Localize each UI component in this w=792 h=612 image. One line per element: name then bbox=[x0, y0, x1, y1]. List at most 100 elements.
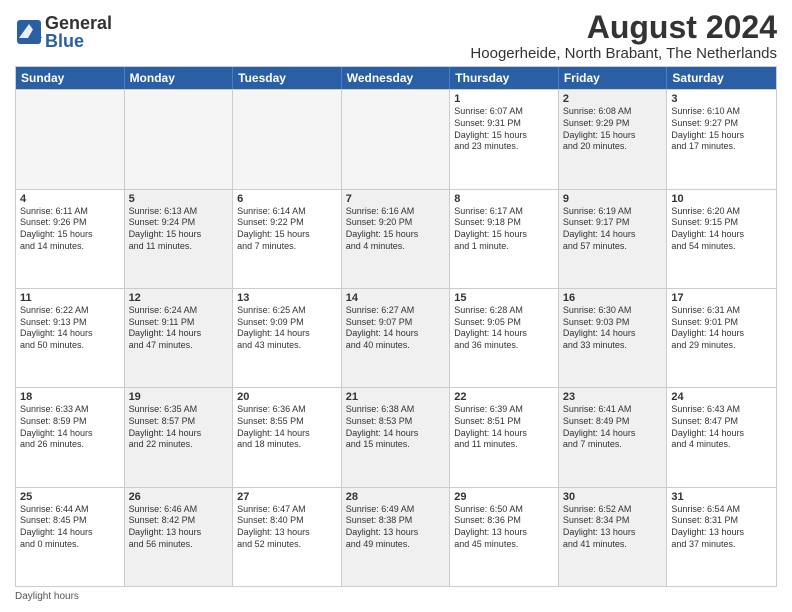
weekday-header-sunday: Sunday bbox=[16, 67, 125, 89]
calendar-cell: 6Sunrise: 6:14 AM Sunset: 9:22 PM Daylig… bbox=[233, 190, 342, 288]
day-info: Sunrise: 6:43 AM Sunset: 8:47 PM Dayligh… bbox=[671, 404, 772, 451]
day-info: Sunrise: 6:20 AM Sunset: 9:15 PM Dayligh… bbox=[671, 206, 772, 253]
logo-general-text: General bbox=[45, 14, 112, 32]
day-number: 13 bbox=[237, 292, 337, 304]
calendar-cell: 7Sunrise: 6:16 AM Sunset: 9:20 PM Daylig… bbox=[342, 190, 451, 288]
day-number: 31 bbox=[671, 491, 772, 503]
day-number: 29 bbox=[454, 491, 554, 503]
day-info: Sunrise: 6:25 AM Sunset: 9:09 PM Dayligh… bbox=[237, 305, 337, 352]
day-number: 2 bbox=[563, 93, 663, 105]
subtitle: Hoogerheide, North Brabant, The Netherla… bbox=[470, 45, 777, 62]
calendar-cell: 28Sunrise: 6:49 AM Sunset: 8:38 PM Dayli… bbox=[342, 488, 451, 586]
calendar-body: 1Sunrise: 6:07 AM Sunset: 9:31 PM Daylig… bbox=[16, 89, 776, 586]
footer-note: Daylight hours bbox=[15, 591, 777, 602]
calendar-cell: 11Sunrise: 6:22 AM Sunset: 9:13 PM Dayli… bbox=[16, 289, 125, 387]
calendar-cell: 13Sunrise: 6:25 AM Sunset: 9:09 PM Dayli… bbox=[233, 289, 342, 387]
title-section: August 2024 Hoogerheide, North Brabant, … bbox=[470, 10, 777, 62]
calendar-week-1: 1Sunrise: 6:07 AM Sunset: 9:31 PM Daylig… bbox=[16, 89, 776, 188]
day-info: Sunrise: 6:11 AM Sunset: 9:26 PM Dayligh… bbox=[20, 206, 120, 253]
page: General Blue August 2024 Hoogerheide, No… bbox=[0, 0, 792, 612]
logo-blue-text: Blue bbox=[45, 32, 112, 50]
logo: General Blue bbox=[15, 14, 112, 50]
main-title: August 2024 bbox=[470, 10, 777, 45]
day-number: 15 bbox=[454, 292, 554, 304]
calendar-cell: 29Sunrise: 6:50 AM Sunset: 8:36 PM Dayli… bbox=[450, 488, 559, 586]
day-number: 25 bbox=[20, 491, 120, 503]
day-info: Sunrise: 6:39 AM Sunset: 8:51 PM Dayligh… bbox=[454, 404, 554, 451]
calendar-cell bbox=[233, 90, 342, 188]
calendar-cell: 21Sunrise: 6:38 AM Sunset: 8:53 PM Dayli… bbox=[342, 388, 451, 486]
day-info: Sunrise: 6:44 AM Sunset: 8:45 PM Dayligh… bbox=[20, 504, 120, 551]
day-number: 23 bbox=[563, 391, 663, 403]
calendar-cell bbox=[125, 90, 234, 188]
day-info: Sunrise: 6:47 AM Sunset: 8:40 PM Dayligh… bbox=[237, 504, 337, 551]
calendar-cell: 4Sunrise: 6:11 AM Sunset: 9:26 PM Daylig… bbox=[16, 190, 125, 288]
day-number: 18 bbox=[20, 391, 120, 403]
calendar-cell: 25Sunrise: 6:44 AM Sunset: 8:45 PM Dayli… bbox=[16, 488, 125, 586]
calendar-cell: 14Sunrise: 6:27 AM Sunset: 9:07 PM Dayli… bbox=[342, 289, 451, 387]
calendar-week-3: 11Sunrise: 6:22 AM Sunset: 9:13 PM Dayli… bbox=[16, 288, 776, 387]
calendar-cell: 1Sunrise: 6:07 AM Sunset: 9:31 PM Daylig… bbox=[450, 90, 559, 188]
day-number: 20 bbox=[237, 391, 337, 403]
calendar-cell: 20Sunrise: 6:36 AM Sunset: 8:55 PM Dayli… bbox=[233, 388, 342, 486]
day-number: 11 bbox=[20, 292, 120, 304]
day-info: Sunrise: 6:28 AM Sunset: 9:05 PM Dayligh… bbox=[454, 305, 554, 352]
day-number: 28 bbox=[346, 491, 446, 503]
calendar-week-5: 25Sunrise: 6:44 AM Sunset: 8:45 PM Dayli… bbox=[16, 487, 776, 586]
calendar-week-2: 4Sunrise: 6:11 AM Sunset: 9:26 PM Daylig… bbox=[16, 189, 776, 288]
calendar-cell: 12Sunrise: 6:24 AM Sunset: 9:11 PM Dayli… bbox=[125, 289, 234, 387]
day-number: 12 bbox=[129, 292, 229, 304]
day-info: Sunrise: 6:38 AM Sunset: 8:53 PM Dayligh… bbox=[346, 404, 446, 451]
calendar-header: SundayMondayTuesdayWednesdayThursdayFrid… bbox=[16, 67, 776, 89]
day-info: Sunrise: 6:33 AM Sunset: 8:59 PM Dayligh… bbox=[20, 404, 120, 451]
calendar-cell: 18Sunrise: 6:33 AM Sunset: 8:59 PM Dayli… bbox=[16, 388, 125, 486]
calendar-cell: 15Sunrise: 6:28 AM Sunset: 9:05 PM Dayli… bbox=[450, 289, 559, 387]
weekday-header-monday: Monday bbox=[125, 67, 234, 89]
calendar-cell: 22Sunrise: 6:39 AM Sunset: 8:51 PM Dayli… bbox=[450, 388, 559, 486]
day-info: Sunrise: 6:07 AM Sunset: 9:31 PM Dayligh… bbox=[454, 106, 554, 153]
calendar-cell: 2Sunrise: 6:08 AM Sunset: 9:29 PM Daylig… bbox=[559, 90, 668, 188]
calendar-cell: 16Sunrise: 6:30 AM Sunset: 9:03 PM Dayli… bbox=[559, 289, 668, 387]
day-info: Sunrise: 6:31 AM Sunset: 9:01 PM Dayligh… bbox=[671, 305, 772, 352]
day-info: Sunrise: 6:36 AM Sunset: 8:55 PM Dayligh… bbox=[237, 404, 337, 451]
day-number: 6 bbox=[237, 193, 337, 205]
calendar-week-4: 18Sunrise: 6:33 AM Sunset: 8:59 PM Dayli… bbox=[16, 387, 776, 486]
header: General Blue August 2024 Hoogerheide, No… bbox=[15, 10, 777, 62]
calendar-cell: 17Sunrise: 6:31 AM Sunset: 9:01 PM Dayli… bbox=[667, 289, 776, 387]
calendar-cell: 27Sunrise: 6:47 AM Sunset: 8:40 PM Dayli… bbox=[233, 488, 342, 586]
weekday-header-friday: Friday bbox=[559, 67, 668, 89]
calendar-cell: 5Sunrise: 6:13 AM Sunset: 9:24 PM Daylig… bbox=[125, 190, 234, 288]
logo-icon bbox=[15, 18, 43, 46]
calendar-cell: 19Sunrise: 6:35 AM Sunset: 8:57 PM Dayli… bbox=[125, 388, 234, 486]
day-number: 4 bbox=[20, 193, 120, 205]
calendar-cell: 8Sunrise: 6:17 AM Sunset: 9:18 PM Daylig… bbox=[450, 190, 559, 288]
day-info: Sunrise: 6:08 AM Sunset: 9:29 PM Dayligh… bbox=[563, 106, 663, 153]
calendar-cell: 30Sunrise: 6:52 AM Sunset: 8:34 PM Dayli… bbox=[559, 488, 668, 586]
calendar-cell: 10Sunrise: 6:20 AM Sunset: 9:15 PM Dayli… bbox=[667, 190, 776, 288]
weekday-header-saturday: Saturday bbox=[667, 67, 776, 89]
day-number: 14 bbox=[346, 292, 446, 304]
day-info: Sunrise: 6:19 AM Sunset: 9:17 PM Dayligh… bbox=[563, 206, 663, 253]
day-info: Sunrise: 6:22 AM Sunset: 9:13 PM Dayligh… bbox=[20, 305, 120, 352]
day-info: Sunrise: 6:52 AM Sunset: 8:34 PM Dayligh… bbox=[563, 504, 663, 551]
calendar-cell: 3Sunrise: 6:10 AM Sunset: 9:27 PM Daylig… bbox=[667, 90, 776, 188]
day-number: 5 bbox=[129, 193, 229, 205]
day-number: 21 bbox=[346, 391, 446, 403]
weekday-header-thursday: Thursday bbox=[450, 67, 559, 89]
day-number: 7 bbox=[346, 193, 446, 205]
day-number: 8 bbox=[454, 193, 554, 205]
calendar-cell: 24Sunrise: 6:43 AM Sunset: 8:47 PM Dayli… bbox=[667, 388, 776, 486]
day-number: 17 bbox=[671, 292, 772, 304]
day-number: 27 bbox=[237, 491, 337, 503]
day-info: Sunrise: 6:41 AM Sunset: 8:49 PM Dayligh… bbox=[563, 404, 663, 451]
weekday-header-wednesday: Wednesday bbox=[342, 67, 451, 89]
day-info: Sunrise: 6:13 AM Sunset: 9:24 PM Dayligh… bbox=[129, 206, 229, 253]
day-number: 19 bbox=[129, 391, 229, 403]
day-number: 3 bbox=[671, 93, 772, 105]
day-number: 24 bbox=[671, 391, 772, 403]
day-info: Sunrise: 6:49 AM Sunset: 8:38 PM Dayligh… bbox=[346, 504, 446, 551]
day-number: 16 bbox=[563, 292, 663, 304]
day-info: Sunrise: 6:17 AM Sunset: 9:18 PM Dayligh… bbox=[454, 206, 554, 253]
calendar-cell bbox=[16, 90, 125, 188]
day-info: Sunrise: 6:14 AM Sunset: 9:22 PM Dayligh… bbox=[237, 206, 337, 253]
